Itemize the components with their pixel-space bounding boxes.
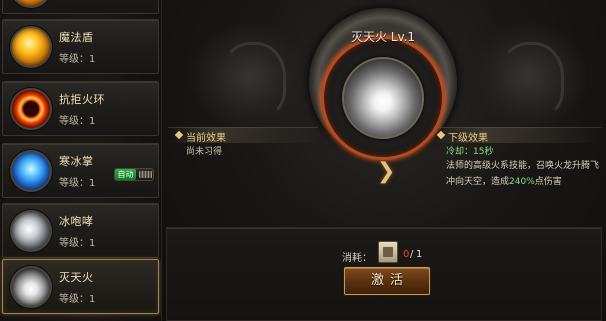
current-effect-header: 当前效果 [186,133,226,144]
skill-title: 灭天火 Lv.1 [350,30,416,44]
skill-level: 等级：1 [59,294,96,305]
skill-list: 魔法盾 等级：1 抗拒火环 等级：1 寒冰掌 等级：1 自动 冰咆哮 等级：1 … [0,0,162,321]
heaven-fire-icon [10,266,52,308]
damage-percent: 240% [509,177,535,187]
fire-ring-icon [10,88,52,130]
skill-name: 寒冰掌 [59,155,94,168]
activate-button[interactable]: 激活 [344,267,430,295]
skill-item-ice-palm[interactable]: 寒冰掌 等级：1 自动 [2,143,159,198]
skill-name: 魔法盾 [59,31,94,44]
next-effect-description: 法师的高级火系技能，召唤火龙升腾飞冲向天空，造成240%点伤害 [446,158,604,190]
skill-level: 等级：1 [59,178,96,189]
skill-level: 等级：1 [59,238,96,249]
ice-roar-icon [10,210,52,252]
cost-separator: / [410,249,414,260]
auto-cast-toggle[interactable]: 自动 [114,168,154,181]
cost-have: 0 [403,249,410,260]
next-effect-header: 下级效果 [448,133,488,144]
ice-palm-icon [10,150,52,192]
skill-name: 冰咆哮 [59,215,94,228]
current-effect-text: 尚未习得 [186,147,223,157]
skill-item-fire-ring[interactable]: 抗拒火环 等级：1 [2,81,159,136]
skill-item-ice-roar[interactable]: 冰咆哮 等级：1 [2,203,159,258]
desc-text-end: 点伤害 [534,177,562,187]
skill-level: 等级：1 [59,54,96,65]
skill-name: 抗拒火环 [59,93,105,106]
magic-shield-icon [10,26,52,68]
arrow-right-icon: ❯ [377,159,396,184]
cost-label: 消耗： [342,253,372,264]
cooldown-text: 冷却：15秒 [446,147,494,157]
skill-detail-panel: 灭天火 Lv.1 当前效果 尚未习得 下级效果 冷却：15秒 法师的高级火系技能… [162,0,606,321]
skill-name: 灭天火 [59,271,94,284]
cost-need: 1 [416,249,423,260]
skill-level: 等级：1 [59,116,96,127]
toggle-knob-icon [139,171,152,178]
skill-book-icon[interactable] [378,241,398,263]
skill-item-magic-shield[interactable]: 魔法盾 等级：1 [2,19,159,74]
heaven-fire-large-icon [342,57,424,139]
dragon-ornament-icon [468,22,588,132]
auto-cast-label: 自动 [115,169,136,180]
fire-orb-icon [10,0,52,8]
skill-item-heaven-fire[interactable]: 灭天火 等级：1 [2,259,159,314]
skill-item-partial[interactable] [2,0,159,14]
dragon-ornament-icon [190,22,310,132]
